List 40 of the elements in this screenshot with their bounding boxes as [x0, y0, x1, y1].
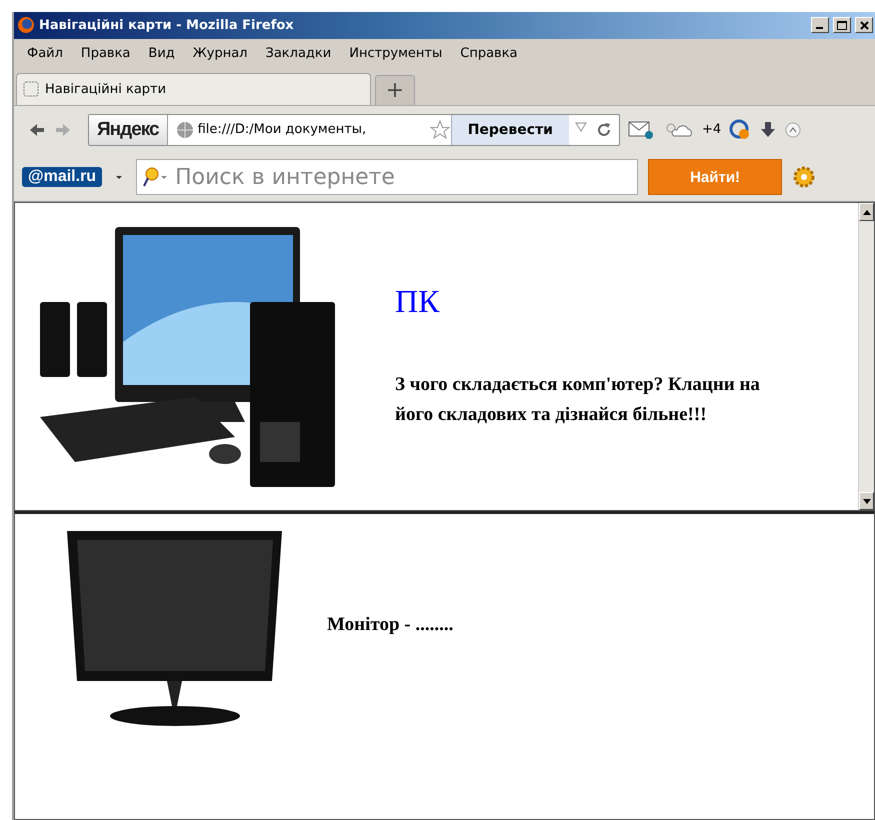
close-icon	[860, 20, 868, 30]
search-icon	[143, 166, 170, 188]
reload-icon[interactable]	[595, 120, 613, 139]
collapse-icon[interactable]	[785, 122, 802, 138]
menu-item[interactable]: Правка	[72, 46, 140, 62]
download-arrow-icon[interactable]	[759, 120, 778, 139]
menu-item[interactable]: Журнал	[184, 46, 256, 62]
close-button[interactable]	[855, 17, 873, 34]
yandex-logo[interactable]: Яндекс	[89, 114, 168, 145]
blank-page-icon	[23, 81, 39, 98]
temperature-text: +4	[702, 122, 722, 138]
scroll-up-icon[interactable]	[862, 210, 870, 215]
scrollbar[interactable]	[858, 203, 874, 510]
window-title: Навігаційні карти - Mozilla Firefox	[39, 18, 295, 33]
new-tab-button[interactable]: +	[375, 74, 415, 105]
menu-item[interactable]: Справка	[451, 46, 527, 62]
menu-item[interactable]: Вид	[139, 46, 184, 62]
circle-badge-icon[interactable]	[729, 118, 752, 141]
gear-icon[interactable]	[792, 165, 816, 190]
menu-item[interactable]: Инструменты	[340, 46, 452, 62]
maximize-button[interactable]	[833, 17, 851, 34]
scroll-down-icon[interactable]	[862, 498, 870, 504]
url-text: file:///D:/Мои документы,	[198, 122, 368, 138]
minimize-button[interactable]	[811, 17, 829, 34]
translate-button[interactable]: Перевести	[450, 114, 569, 145]
menu-item[interactable]: Файл	[18, 46, 72, 62]
browser-tab[interactable]: Навігаційні карти	[16, 72, 371, 105]
globe-icon	[176, 120, 194, 139]
page-heading: ПК	[395, 282, 441, 320]
tab-label: Навігаційні карти	[45, 82, 166, 97]
menu-item[interactable]: Закладки	[256, 46, 340, 62]
mail-logo[interactable]: @mail.ru	[22, 167, 102, 188]
firefox-logo-icon	[17, 16, 35, 34]
intro-paragraph: З чого складається комп'ютер? Клацни на його складових та дізнайся більне!!!	[395, 372, 761, 428]
mail-icon[interactable]	[628, 120, 654, 140]
dropdown-triangle-icon[interactable]	[575, 120, 587, 133]
star-icon[interactable]	[428, 118, 451, 141]
address-bar[interactable]: Яндекс file:///D:/Мои документы, Перевести	[88, 114, 620, 146]
monitor-caption: Монітор - ........	[327, 614, 454, 636]
maximize-icon	[837, 20, 847, 30]
